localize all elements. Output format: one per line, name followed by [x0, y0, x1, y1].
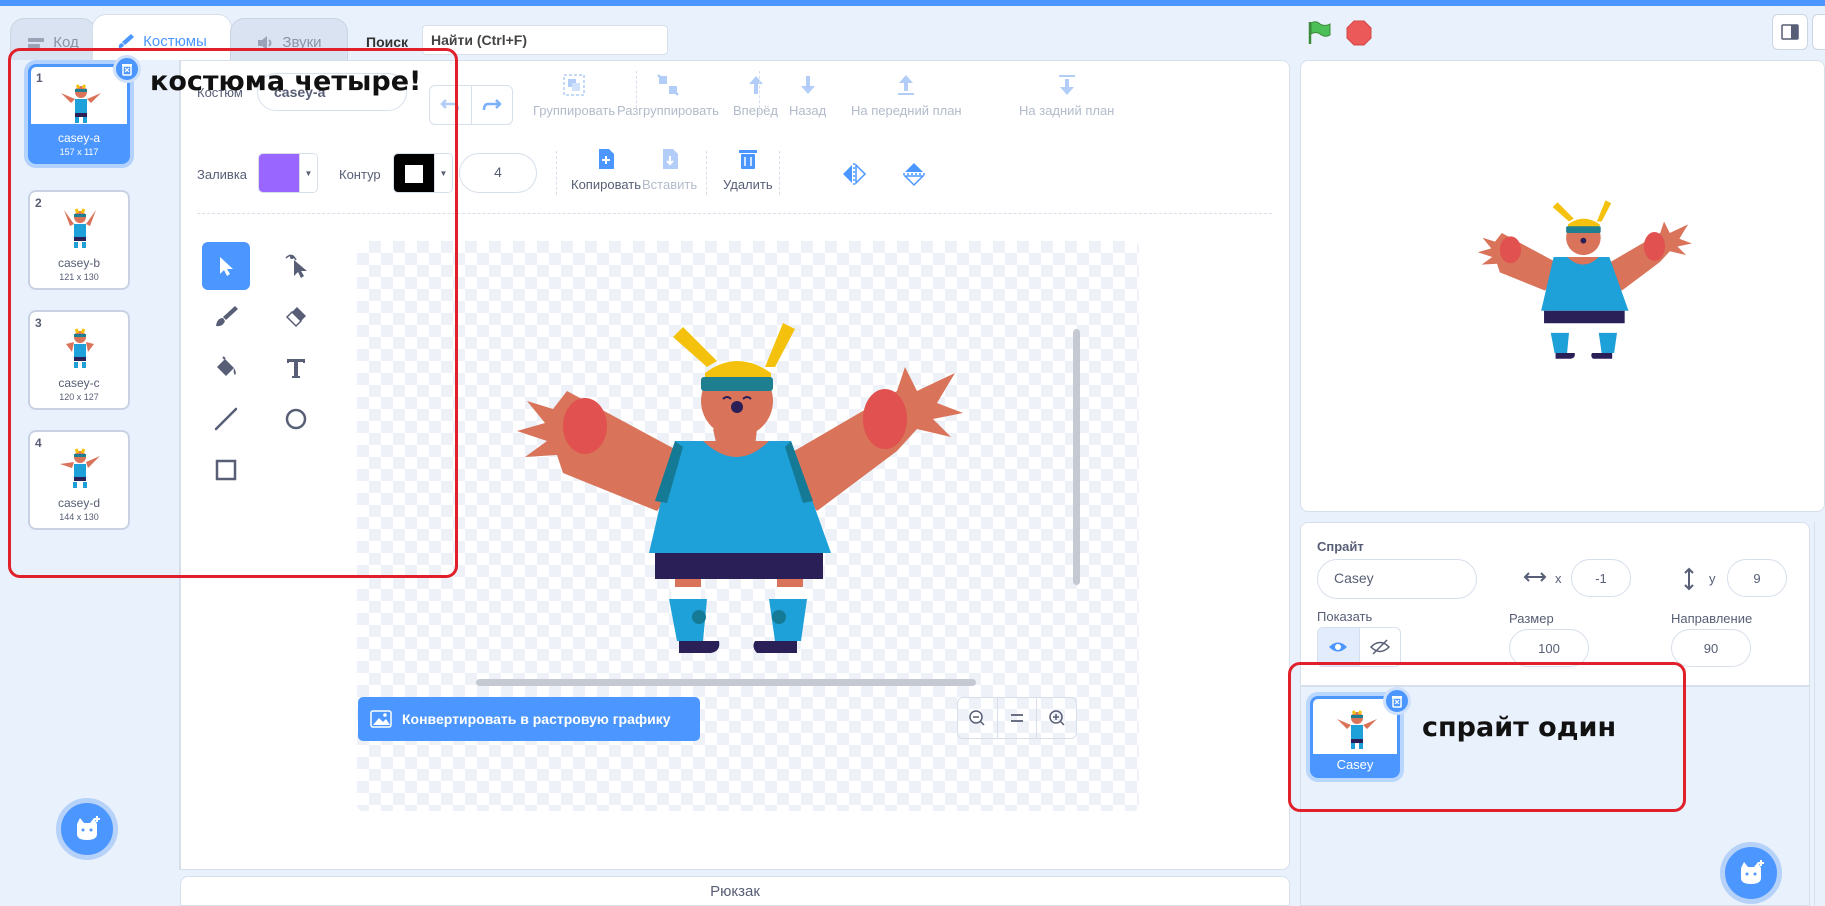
delete-label: Удалить [723, 177, 773, 192]
stage[interactable] [1300, 60, 1825, 512]
zoom-reset-button[interactable] [996, 698, 1037, 738]
hide-button[interactable] [1358, 628, 1401, 666]
group-icon [563, 74, 585, 96]
large-stage-button[interactable] [1812, 14, 1825, 50]
show-label: Показать [1317, 609, 1373, 624]
visibility-toggle [1317, 627, 1401, 667]
separator [779, 151, 780, 195]
direction-input[interactable]: 90 [1671, 629, 1751, 667]
paste-label: Вставить [642, 177, 698, 192]
group-label: Группировать [533, 103, 616, 118]
canvas-vertical-scrollbar[interactable] [1073, 329, 1080, 585]
stage-sprite-casey [1477, 200, 1692, 359]
direction-label: Направление [1671, 611, 1753, 626]
small-stage-button[interactable] [1772, 14, 1808, 50]
ungroup-button[interactable]: Разгруппировать [617, 73, 719, 118]
outline-width-input[interactable]: 4 [459, 153, 537, 193]
send-to-back-button[interactable]: На задний план [1019, 73, 1114, 118]
zoom-out-button[interactable] [958, 698, 997, 738]
forward-label: Вперёд [733, 103, 778, 118]
stop-icon[interactable] [1346, 20, 1372, 46]
backward-button[interactable]: Назад [789, 73, 826, 118]
annotation-costumes-note: костюма четыре! [150, 66, 422, 97]
y-arrows-icon [1684, 567, 1694, 591]
annotation-sprite-note: спрайт один [1422, 712, 1617, 743]
ungroup-label: Разгруппировать [617, 103, 719, 118]
image-icon [370, 710, 392, 728]
y-input[interactable]: 9 [1727, 559, 1787, 597]
size-label: Размер [1509, 611, 1554, 626]
copy-label: Копировать [571, 177, 641, 192]
sprite-name-input[interactable]: Casey [1317, 559, 1477, 599]
group-button[interactable]: Группировать [533, 73, 615, 118]
copy-button[interactable]: Копировать [571, 147, 641, 192]
bring-to-front-label: На передний план [851, 103, 962, 118]
show-button[interactable] [1318, 628, 1359, 666]
flip-vertical-icon[interactable] [901, 161, 927, 187]
tab-costumes-label: Костюмы [143, 32, 207, 50]
brush-icon [118, 34, 135, 48]
trash-icon [738, 150, 757, 169]
eye-slash-icon [1369, 639, 1390, 655]
zoom-in-icon [1048, 710, 1065, 726]
x-arrows-icon [1523, 572, 1547, 582]
zoom-in-button[interactable] [1036, 698, 1076, 738]
convert-to-bitmap-button[interactable]: Конвертировать в растровую графику [358, 697, 700, 741]
convert-label: Конвертировать в растровую графику [402, 711, 671, 727]
copy-icon [599, 149, 614, 169]
y-label: y [1709, 571, 1716, 586]
choose-sprite-button[interactable] [1720, 842, 1782, 904]
cat-plus-icon [77, 816, 100, 840]
delete-button[interactable]: Удалить [723, 147, 773, 192]
backward-label: Назад [789, 103, 827, 118]
zoom-out-icon [969, 710, 985, 726]
canvas-horizontal-scrollbar[interactable] [476, 679, 976, 686]
flip-horizontal-icon[interactable] [841, 161, 867, 187]
separator [556, 151, 557, 195]
choose-costume-button[interactable] [56, 798, 118, 860]
forward-button[interactable]: Вперёд [733, 73, 778, 118]
stage-backdrop-pane[interactable] [1814, 522, 1825, 906]
separator [759, 71, 760, 113]
eye-icon [1329, 642, 1348, 652]
bring-to-front-button[interactable]: На передний план [851, 73, 962, 118]
separator [706, 151, 707, 195]
green-flag-icon[interactable] [1306, 20, 1332, 46]
send-to-back-label: На задний план [1019, 103, 1115, 118]
cat-plus-icon [1741, 860, 1764, 884]
forward-icon [748, 76, 763, 94]
x-input[interactable]: -1 [1571, 559, 1631, 597]
paste-button[interactable]: Вставить [642, 147, 697, 192]
x-label: x [1555, 571, 1562, 586]
backward-icon [800, 76, 815, 94]
ungroup-icon [657, 74, 679, 96]
redo-icon [482, 99, 502, 111]
sprite-label: Спрайт [1317, 539, 1364, 554]
send-to-back-icon [1058, 75, 1075, 95]
annotation-box-costumes [8, 48, 458, 578]
small-stage-icon [1781, 24, 1799, 40]
bring-to-front-icon [898, 75, 915, 95]
separator [636, 71, 637, 113]
zoom-controls [957, 697, 1077, 739]
redo-button[interactable] [470, 86, 513, 124]
paste-icon [662, 149, 678, 169]
search-input[interactable]: Найти (Ctrl+F) [422, 25, 668, 55]
equals-icon [1011, 714, 1023, 722]
backpack-bar[interactable]: Рюкзак [180, 876, 1290, 906]
